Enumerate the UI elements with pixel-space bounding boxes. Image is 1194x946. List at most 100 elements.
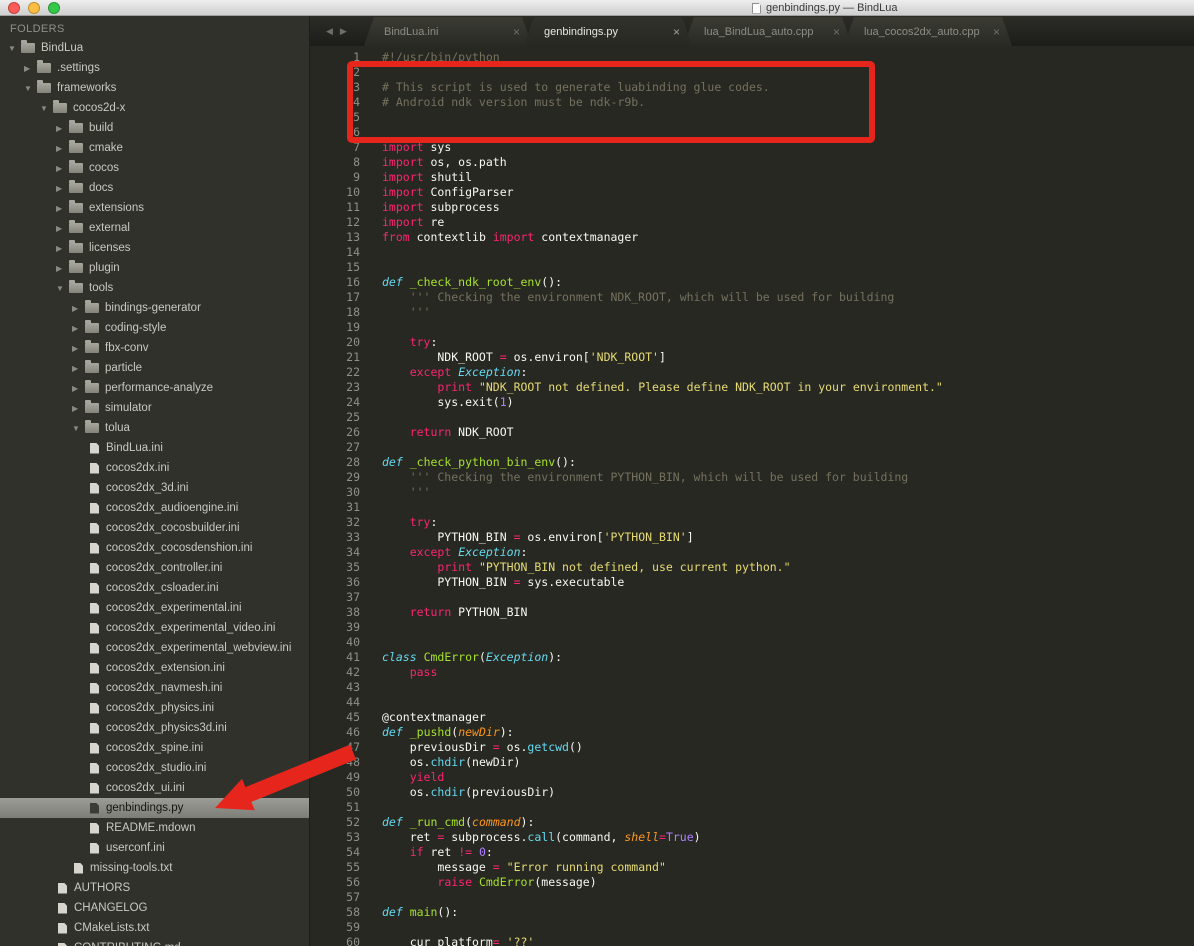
code-line[interactable]: 51	[310, 800, 1194, 815]
sidebar-item-cocos2dx-experimental-video-ini[interactable]: cocos2dx_experimental_video.ini	[0, 618, 309, 638]
code-line[interactable]: 32 try:	[310, 515, 1194, 530]
sidebar-item-cocos2dx-cocosbuilder-ini[interactable]: cocos2dx_cocosbuilder.ini	[0, 518, 309, 538]
zoom-button[interactable]	[48, 2, 60, 14]
minimize-button[interactable]	[28, 2, 40, 14]
sidebar-item-licenses[interactable]: ▶ licenses	[0, 238, 309, 258]
code-line[interactable]: 53 ret = subprocess.call(command, shell=…	[310, 830, 1194, 845]
sidebar-item-external[interactable]: ▶ external	[0, 218, 309, 238]
code-line[interactable]: 48 os.chdir(newDir)	[310, 755, 1194, 770]
sidebar-item-cocos[interactable]: ▶ cocos	[0, 158, 309, 178]
code-line[interactable]: 4 # Android ndk version must be ndk-r9b.	[310, 95, 1194, 110]
sidebar-item-simulator[interactable]: ▶ simulator	[0, 398, 309, 418]
sidebar-item-cocos2dx-controller-ini[interactable]: cocos2dx_controller.ini	[0, 558, 309, 578]
code-line[interactable]: 50 os.chdir(previousDir)	[310, 785, 1194, 800]
code-line[interactable]: 46 def _pushd(newDir):	[310, 725, 1194, 740]
code-line[interactable]: 57	[310, 890, 1194, 905]
sidebar-item--settings[interactable]: ▶ .settings	[0, 58, 309, 78]
sidebar-item-cocos2dx-experimental-ini[interactable]: cocos2dx_experimental.ini	[0, 598, 309, 618]
close-button[interactable]	[8, 2, 20, 14]
code-line[interactable]: 25	[310, 410, 1194, 425]
sidebar-item-fbx-conv[interactable]: ▶ fbx-conv	[0, 338, 309, 358]
chevron-down-icon[interactable]: ▼	[72, 424, 85, 433]
code-line[interactable]: 47 previousDir = os.getcwd()	[310, 740, 1194, 755]
tab-close-icon[interactable]: ×	[513, 25, 520, 39]
chevron-right-icon[interactable]: ▶	[24, 64, 37, 73]
sidebar-item-build[interactable]: ▶ build	[0, 118, 309, 138]
code-line[interactable]: 41 class CmdError(Exception):	[310, 650, 1194, 665]
code-line[interactable]: 15	[310, 260, 1194, 275]
editor-tab-lua-cocos2dx-auto-cpp[interactable]: lua_cocos2dx_auto.cpp ×	[844, 17, 1012, 46]
sidebar-item-cocos2dx-experimental-webview-ini[interactable]: cocos2dx_experimental_webview.ini	[0, 638, 309, 658]
code-line[interactable]: 37	[310, 590, 1194, 605]
sidebar-item-tools[interactable]: ▼ tools	[0, 278, 309, 298]
code-line[interactable]: 20 try:	[310, 335, 1194, 350]
chevron-down-icon[interactable]: ▼	[24, 84, 37, 93]
sidebar-item-cocos2dx-cocosdenshion-ini[interactable]: cocos2dx_cocosdenshion.ini	[0, 538, 309, 558]
sidebar-item-cocos2dx-studio-ini[interactable]: cocos2dx_studio.ini	[0, 758, 309, 778]
code-line[interactable]: 23 print "NDK_ROOT not defined. Please d…	[310, 380, 1194, 395]
sidebar-item-cocos2dx-3d-ini[interactable]: cocos2dx_3d.ini	[0, 478, 309, 498]
sidebar-item-missing-tools-txt[interactable]: missing-tools.txt	[0, 858, 309, 878]
code-line[interactable]: 35 print "PYTHON_BIN not defined, use cu…	[310, 560, 1194, 575]
sidebar-item-performance-analyze[interactable]: ▶ performance-analyze	[0, 378, 309, 398]
sidebar-item-readme-mdown[interactable]: README.mdown	[0, 818, 309, 838]
chevron-right-icon[interactable]: ▶	[56, 224, 69, 233]
code-line[interactable]: 11 import subprocess	[310, 200, 1194, 215]
chevron-right-icon[interactable]: ▶	[72, 384, 85, 393]
editor-tab-bindlua-ini[interactable]: BindLua.ini ×	[364, 17, 532, 46]
sidebar-item-genbindings-py[interactable]: genbindings.py	[0, 798, 309, 818]
code-line[interactable]: 42 pass	[310, 665, 1194, 680]
code-line[interactable]: 58 def main():	[310, 905, 1194, 920]
code-line[interactable]: 21 NDK_ROOT = os.environ['NDK_ROOT']	[310, 350, 1194, 365]
editor-tab-genbindings-py[interactable]: genbindings.py ×	[524, 17, 692, 46]
code-line[interactable]: 43	[310, 680, 1194, 695]
code-line[interactable]: 59	[310, 920, 1194, 935]
sidebar-item-cocos2dx-csloader-ini[interactable]: cocos2dx_csloader.ini	[0, 578, 309, 598]
code-line[interactable]: 33 PYTHON_BIN = os.environ['PYTHON_BIN']	[310, 530, 1194, 545]
sidebar-item-authors[interactable]: AUTHORS	[0, 878, 309, 898]
chevron-right-icon[interactable]: ▶	[56, 124, 69, 133]
chevron-right-icon[interactable]: ▶	[56, 144, 69, 153]
chevron-down-icon[interactable]: ▼	[40, 104, 53, 113]
code-line[interactable]: 55 message = "Error running command"	[310, 860, 1194, 875]
sidebar-item-bindlua[interactable]: ▼ BindLua	[0, 38, 309, 58]
code-line[interactable]: 54 if ret != 0:	[310, 845, 1194, 860]
code-line[interactable]: 14	[310, 245, 1194, 260]
code-area[interactable]: 1 #!/usr/bin/python 2 3 # This script is use…	[310, 46, 1194, 946]
code-line[interactable]: 44	[310, 695, 1194, 710]
code-line[interactable]: 26 return NDK_ROOT	[310, 425, 1194, 440]
code-line[interactable]: 10 import ConfigParser	[310, 185, 1194, 200]
editor-tab-lua-bindlua-auto-cpp[interactable]: lua_BindLua_auto.cpp ×	[684, 17, 852, 46]
sidebar-item-cocos2dx-spine-ini[interactable]: cocos2dx_spine.ini	[0, 738, 309, 758]
code-line[interactable]: 29 ''' Checking the environment PYTHON_B…	[310, 470, 1194, 485]
code-line[interactable]: 8 import os, os.path	[310, 155, 1194, 170]
sidebar-item-changelog[interactable]: CHANGELOG	[0, 898, 309, 918]
sidebar-item-cmake[interactable]: ▶ cmake	[0, 138, 309, 158]
code-line[interactable]: 5	[310, 110, 1194, 125]
chevron-right-icon[interactable]: ▶	[56, 264, 69, 273]
code-line[interactable]: 17 ''' Checking the environment NDK_ROOT…	[310, 290, 1194, 305]
chevron-right-icon[interactable]: ▶	[56, 244, 69, 253]
tab-close-icon[interactable]: ×	[993, 25, 1000, 39]
chevron-right-icon[interactable]: ▶	[72, 344, 85, 353]
code-line[interactable]: 45 @contextmanager	[310, 710, 1194, 725]
code-line[interactable]: 28 def _check_python_bin_env():	[310, 455, 1194, 470]
code-line[interactable]: 24 sys.exit(1)	[310, 395, 1194, 410]
code-line[interactable]: 36 PYTHON_BIN = sys.executable	[310, 575, 1194, 590]
code-line[interactable]: 38 return PYTHON_BIN	[310, 605, 1194, 620]
code-line[interactable]: 27	[310, 440, 1194, 455]
code-line[interactable]: 60 cur_platform= '??'	[310, 935, 1194, 946]
sidebar-item-frameworks[interactable]: ▼ frameworks	[0, 78, 309, 98]
sidebar-item-cmakelists-txt[interactable]: CMakeLists.txt	[0, 918, 309, 938]
sidebar-item-cocos2dx-ui-ini[interactable]: cocos2dx_ui.ini	[0, 778, 309, 798]
chevron-down-icon[interactable]: ▼	[56, 284, 69, 293]
chevron-right-icon[interactable]: ▶	[56, 204, 69, 213]
code-line[interactable]: 18 '''	[310, 305, 1194, 320]
chevron-right-icon[interactable]: ▶	[72, 364, 85, 373]
code-line[interactable]: 52 def _run_cmd(command):	[310, 815, 1194, 830]
sidebar-item-extensions[interactable]: ▶ extensions	[0, 198, 309, 218]
code-line[interactable]: 6	[310, 125, 1194, 140]
code-line[interactable]: 16 def _check_ndk_root_env():	[310, 275, 1194, 290]
chevron-right-icon[interactable]: ▶	[72, 404, 85, 413]
code-line[interactable]: 2	[310, 65, 1194, 80]
